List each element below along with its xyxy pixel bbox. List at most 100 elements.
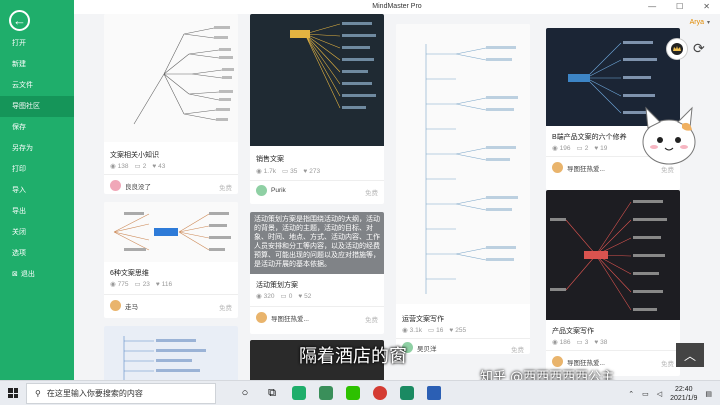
user-menu[interactable]: Arya ▾: [690, 19, 710, 26]
close-icon[interactable]: ✕: [703, 2, 710, 11]
video-subtitle: 隔着酒店的窗: [299, 346, 407, 367]
comments-count: 0: [288, 292, 293, 300]
comment-icon: ▭: [134, 163, 141, 170]
sidebar-item-import[interactable]: 导入: [0, 180, 74, 201]
heart-icon: ♥: [449, 326, 454, 334]
comment-icon: ▭: [576, 339, 583, 346]
clock-time: 22:40: [674, 385, 693, 393]
sidebar-item-save[interactable]: 保存: [0, 117, 74, 138]
eye-icon: ◉: [110, 281, 116, 288]
sidebar-item-community[interactable]: 导图社区: [0, 96, 74, 117]
sidebar-item-cloud[interactable]: 云文件: [0, 75, 74, 96]
card-author[interactable]: 良良没了: [110, 180, 151, 191]
comments-count: 3: [584, 338, 589, 346]
app-title: MindMaster Pro: [372, 3, 422, 10]
scroll-to-top-button[interactable]: ︿: [676, 343, 704, 367]
task-view-icon[interactable]: ⧉: [261, 382, 283, 404]
exit-icon: ⊠: [12, 271, 18, 278]
sidebar-item-print[interactable]: 打印: [0, 159, 74, 180]
template-card[interactable]: 活动策划方案是指围绕活动的大纲，活动的背景，活动的主题，活动的目标、对象、时间、…: [250, 212, 384, 334]
comments-count: 2: [142, 162, 147, 170]
community-gallery: Arya ▾ 文案相关小知识 ◉ 138 ▭ 2 ♥ 43 良良没了 免费 6种…: [74, 14, 720, 380]
cortana-icon[interactable]: ○: [234, 382, 256, 404]
comments-count: 35: [290, 167, 298, 175]
sidebar-item-label: 导出: [12, 208, 26, 215]
up-arrow-icon[interactable]: ⌃: [628, 390, 634, 398]
heart-icon: ♥: [594, 338, 599, 346]
mindmap-thumbnail: [250, 14, 384, 146]
minimize-icon[interactable]: —: [648, 2, 656, 11]
likes-count: 52: [304, 292, 312, 300]
eye-icon: ◉: [552, 145, 558, 152]
comment-icon: ▭: [281, 168, 289, 175]
wps-icon[interactable]: [396, 382, 418, 404]
sidebar: ← 打开 新建 云文件 导图社区 保存 另存为 打印 导入 导出 关闭 选项 ⊠…: [0, 0, 74, 380]
refresh-icon[interactable]: ⟳: [693, 40, 705, 57]
maximize-icon[interactable]: ☐: [676, 2, 683, 11]
back-button[interactable]: ←: [9, 10, 30, 31]
template-card[interactable]: 销售文案 ◉ 1.7k ▭ 35 ♥ 273 Purik 免费: [250, 14, 384, 204]
heart-icon: ♥: [155, 280, 160, 288]
views-count: 1.7k: [263, 167, 276, 175]
divider: [250, 306, 384, 307]
author-name: 导图狂热爱...: [567, 165, 605, 173]
card-author[interactable]: 走马: [110, 300, 138, 311]
sidebar-nav: 打开 新建 云文件 导图社区 保存 另存为 打印 导入 导出 关闭 选项 ⊠ 退出: [0, 33, 74, 285]
card-author[interactable]: Purik: [256, 185, 286, 196]
crown-icon: [671, 43, 683, 55]
start-button[interactable]: [0, 381, 26, 405]
template-card[interactable]: 产品文案写作 ◉ 186 ▭ 3 ♥ 38 导图狂热爱... 免费: [546, 190, 680, 376]
wechat-icon[interactable]: [342, 382, 364, 404]
sidebar-item-exit[interactable]: ⊠ 退出: [0, 264, 74, 285]
comments-count: 2: [584, 144, 589, 152]
price-label: 免费: [365, 190, 378, 197]
views-count: 186: [559, 338, 571, 346]
views-count: 138: [117, 162, 129, 170]
sidebar-item-new[interactable]: 新建: [0, 54, 74, 75]
card-author[interactable]: 导图狂热爱...: [256, 312, 309, 323]
price-label: 免费: [219, 305, 232, 312]
price-label: 免费: [365, 317, 378, 324]
eye-icon: ◉: [552, 339, 558, 346]
author-name: Purik: [271, 187, 286, 194]
sidebar-item-options[interactable]: 选项: [0, 243, 74, 264]
eye-icon: ◉: [256, 168, 262, 175]
chevron-down-icon: ▾: [706, 20, 710, 26]
notification-icon[interactable]: ▤: [705, 390, 712, 398]
likes-count: 273: [309, 167, 321, 175]
template-card[interactable]: 6种文案思维 ◉ 775 ▭ 23 ♥ 116 走马 免费: [104, 202, 238, 318]
template-card[interactable]: [104, 326, 238, 380]
card-stats: ◉ 1.7k ▭ 35 ♥ 273: [256, 167, 321, 176]
card-author[interactable]: 吴贝洋: [402, 342, 437, 353]
template-card[interactable]: 运营文案写作 ◉ 3.1k ▭ 16 ♥ 255 吴贝洋 免费: [396, 24, 530, 354]
word-icon[interactable]: [423, 382, 445, 404]
taskbar-search[interactable]: ⚲ 在这里输入你要搜索的内容: [26, 382, 216, 404]
sidebar-item-open[interactable]: 打开: [0, 33, 74, 54]
clock[interactable]: 22:40 2021/1/9: [670, 385, 697, 403]
mindmaster-taskbar-icon[interactable]: [288, 382, 310, 404]
sidebar-item-save-as[interactable]: 另存为: [0, 138, 74, 159]
netease-music-icon[interactable]: [369, 382, 391, 404]
search-placeholder: 在这里输入你要搜索的内容: [46, 388, 143, 398]
sidebar-item-close[interactable]: 关闭: [0, 222, 74, 243]
mindmap-preview: [123, 336, 206, 380]
sidebar-item-label: 导图社区: [12, 103, 40, 110]
membership-badge-icon[interactable]: [666, 38, 688, 60]
card-author[interactable]: 导图狂热爱...: [552, 162, 605, 173]
card-stats: ◉ 138 ▭ 2 ♥ 43: [110, 162, 165, 171]
volume-icon[interactable]: ◁: [657, 390, 662, 398]
network-icon[interactable]: ▭: [642, 390, 649, 398]
mindmap-preview: [113, 212, 231, 251]
sidebar-item-label: 新建: [12, 61, 26, 68]
template-card[interactable]: 文案相关小知识 ◉ 138 ▭ 2 ♥ 43 良良没了 免费: [104, 14, 238, 194]
sidebar-item-export[interactable]: 导出: [0, 201, 74, 222]
windows-logo-icon: [8, 388, 18, 398]
edraw-taskbar-icon[interactable]: [315, 382, 337, 404]
card-title: 运营文案写作: [402, 316, 444, 323]
comments-count: 16: [436, 326, 444, 334]
mindmap-preview: [425, 44, 518, 294]
avatar: [256, 185, 267, 196]
card-stats: ◉ 320 ▭ 0 ♥ 52: [256, 292, 312, 301]
card-title: B端产品文案的六个修养: [552, 134, 627, 141]
clock-date: 2021/1/9: [670, 394, 698, 402]
